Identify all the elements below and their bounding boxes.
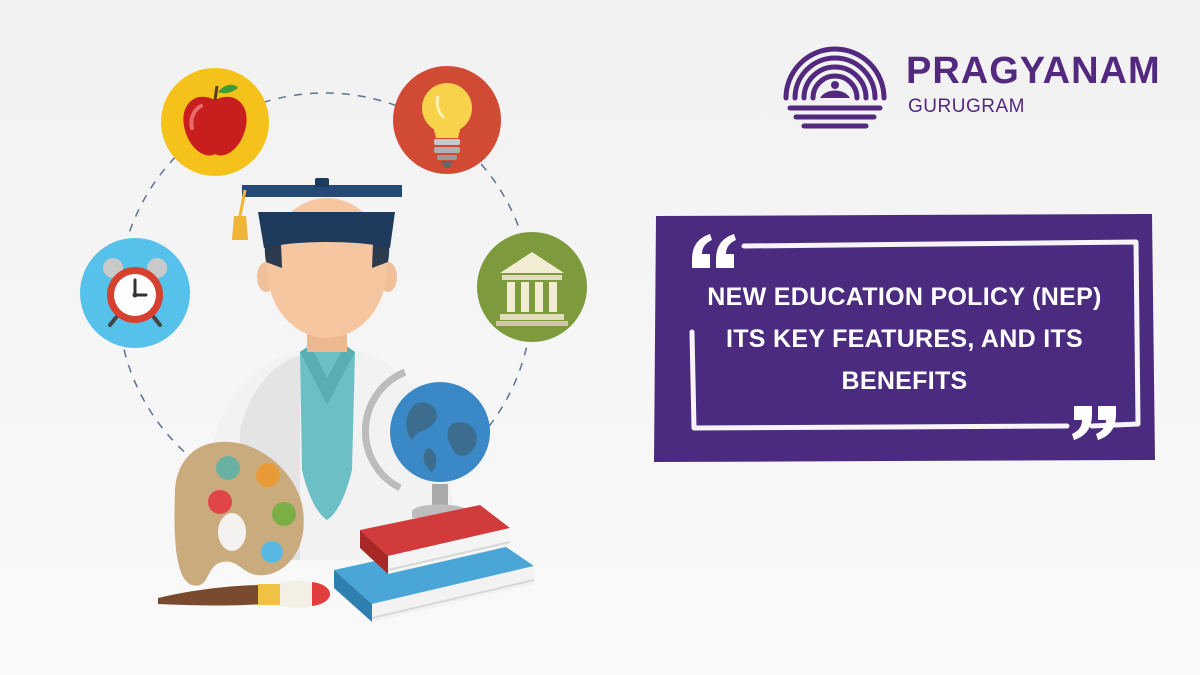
apple-icon [161,68,269,176]
alarm-clock-icon [80,238,190,348]
brand-name: PRAGYANAM [906,50,1161,92]
headline-line-3: BENEFITS [841,367,968,395]
institution-icon [477,232,587,342]
brand-location: GURUGRAM [908,96,1025,117]
education-illustration [80,66,587,622]
lightbulb-icon [393,66,501,174]
headline-line-1: NEW EDUCATION POLICY (NEP) [707,283,1102,311]
headline-line-2: ITS KEY FEATURES, AND ITS [725,325,1084,353]
brand-logo: PRAGYANAM GURUGRAM [780,28,1180,138]
headline-title: NEW EDUCATION POLICY (NEP) ITS KEY FEATU… [692,276,1117,402]
headline-banner: NEW EDUCATION POLICY (NEP) ITS KEY FEATU… [652,212,1157,464]
pragyanam-logo-icon [783,46,887,129]
paintbrush-icon [158,580,330,608]
